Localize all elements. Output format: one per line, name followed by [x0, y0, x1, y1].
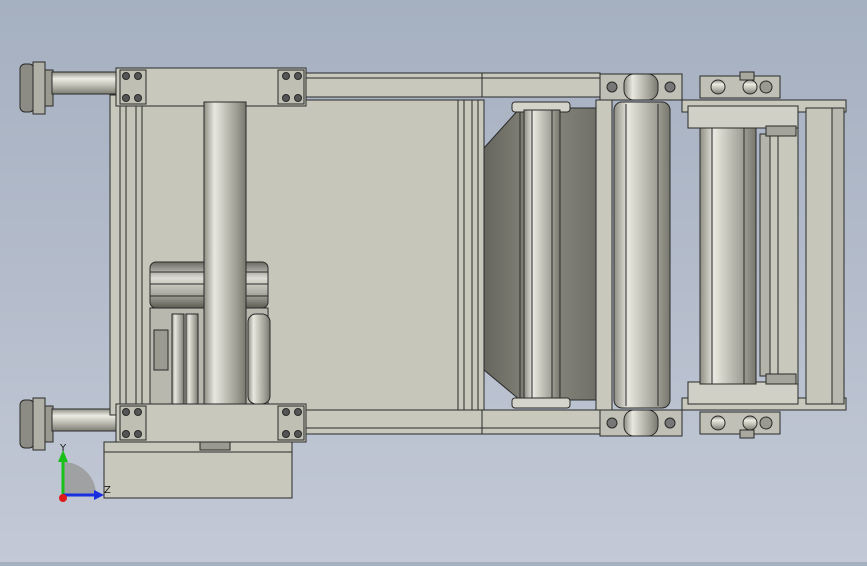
- cad-model-drawing[interactable]: Y Z: [0, 0, 867, 562]
- z-axis-arrowhead-icon: [94, 490, 104, 500]
- discharge-end-frame[interactable]: [681, 99, 847, 411]
- y-axis-label: Y: [59, 443, 67, 454]
- cad-viewport[interactable]: Y Z: [0, 0, 867, 562]
- lower-mount-plate[interactable]: [115, 403, 307, 443]
- belt-tensioner-top[interactable]: [699, 71, 781, 99]
- upper-mount-plate[interactable]: [115, 67, 307, 107]
- coordinate-triad: Y Z: [58, 443, 111, 502]
- belt-tensioner-bottom[interactable]: [699, 411, 781, 439]
- left-leveling-feet[interactable]: [19, 61, 54, 451]
- z-axis-label: Z: [104, 485, 111, 496]
- x-axis-dot-icon: [59, 494, 67, 502]
- control-box[interactable]: [103, 441, 293, 499]
- triad-quadrant-shade: [63, 462, 96, 495]
- conveyor-assembly[interactable]: [19, 61, 847, 499]
- mid-frame-post[interactable]: [595, 99, 613, 411]
- vertical-support-column[interactable]: [203, 101, 247, 409]
